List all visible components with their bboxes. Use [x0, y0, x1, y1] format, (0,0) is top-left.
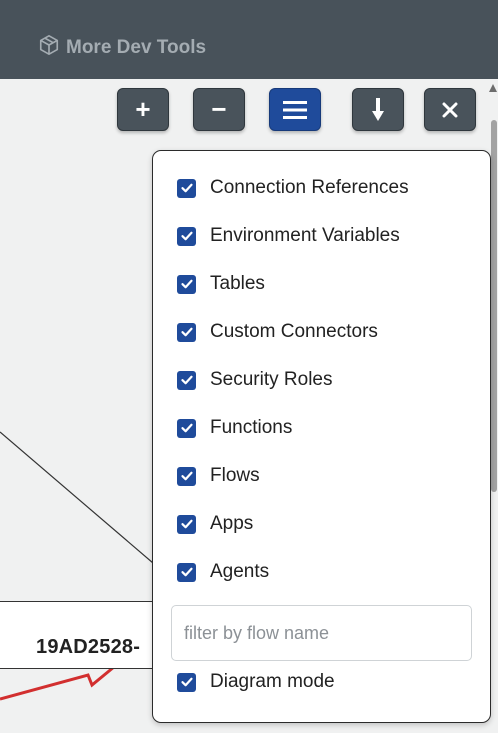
checkbox-checked-icon[interactable]: [177, 466, 196, 486]
menu-button[interactable]: [269, 88, 321, 131]
option-custom-connectors[interactable]: Custom Connectors: [177, 321, 378, 343]
option-label: Functions: [210, 417, 293, 438]
checkbox-checked-icon[interactable]: [177, 514, 196, 534]
download-button[interactable]: [352, 88, 404, 131]
option-label: Diagram mode: [210, 671, 335, 692]
option-diagram-mode[interactable]: Diagram mode: [177, 671, 335, 693]
diagram-node-label: 19AD2528-: [36, 636, 141, 658]
close-button[interactable]: [424, 88, 476, 131]
scrollbar-thumb[interactable]: [491, 120, 497, 492]
checkbox-checked-icon[interactable]: [177, 178, 196, 198]
option-label: Security Roles: [210, 369, 333, 390]
option-functions[interactable]: Functions: [177, 417, 292, 439]
top-bar: More Dev Tools: [0, 0, 498, 79]
brand[interactable]: More Dev Tools: [38, 34, 206, 62]
option-flows[interactable]: Flows: [177, 465, 260, 487]
flow-name-filter-input[interactable]: [171, 605, 472, 661]
zoom-in-button[interactable]: +: [117, 88, 169, 131]
cube-icon: [38, 34, 60, 62]
option-tables[interactable]: Tables: [177, 273, 265, 295]
option-environment-variables[interactable]: Environment Variables: [177, 225, 400, 247]
hamburger-menu-icon: [283, 100, 307, 120]
zoom-out-button[interactable]: −: [193, 88, 245, 131]
checkbox-checked-icon[interactable]: [177, 562, 196, 582]
option-label: Tables: [210, 273, 265, 294]
minus-icon: −: [211, 94, 227, 124]
option-agents[interactable]: Agents: [177, 561, 269, 583]
option-apps[interactable]: Apps: [177, 513, 253, 535]
option-label: Agents: [210, 561, 270, 582]
option-label: Environment Variables: [210, 225, 400, 246]
option-connection-references[interactable]: Connection References: [177, 177, 409, 199]
checkbox-checked-icon[interactable]: [177, 672, 196, 692]
option-label: Connection References: [210, 177, 409, 198]
checkbox-checked-icon[interactable]: [177, 370, 196, 390]
checkbox-checked-icon[interactable]: [177, 418, 196, 438]
app-title: More Dev Tools: [66, 37, 207, 58]
checkbox-checked-icon[interactable]: [177, 274, 196, 294]
option-security-roles[interactable]: Security Roles: [177, 369, 333, 391]
option-label: Custom Connectors: [210, 321, 378, 342]
option-label: Flows: [210, 465, 260, 486]
filter-menu-panel: Connection References Environment Variab…: [152, 150, 491, 723]
download-arrow-icon: [371, 97, 385, 122]
scroll-up-icon[interactable]: [489, 84, 497, 92]
plus-icon: +: [135, 94, 151, 124]
checkbox-checked-icon[interactable]: [177, 226, 196, 246]
checkbox-checked-icon[interactable]: [177, 322, 196, 342]
close-icon: [442, 102, 458, 118]
option-label: Apps: [210, 513, 254, 534]
